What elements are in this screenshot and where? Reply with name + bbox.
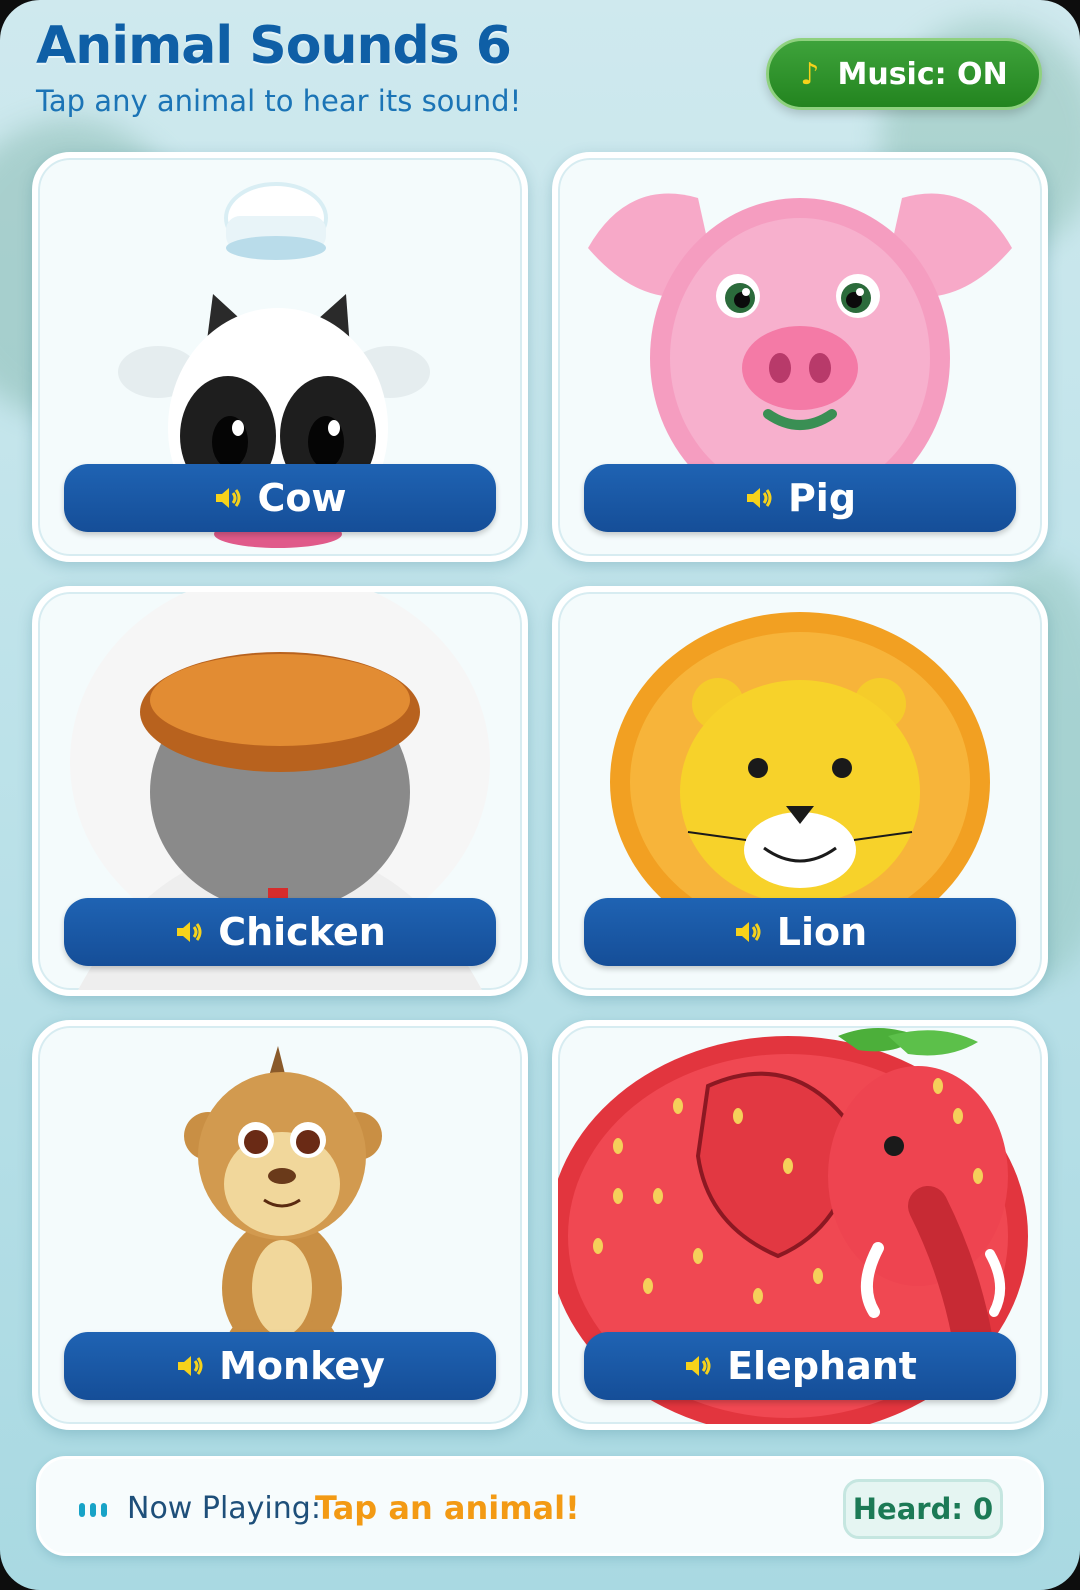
animal-name-label: Pig (787, 476, 857, 520)
now-playing-value: Tap an animal! (315, 1489, 580, 1527)
speaker-icon (177, 922, 202, 942)
heard-counter-badge: Heard: 0 (843, 1479, 1003, 1539)
animal-card-cow[interactable]: Cow (32, 152, 528, 562)
page-title: Animal Sounds 6 (36, 16, 512, 76)
now-playing-label: Now Playing: (127, 1491, 321, 1526)
page-subtitle: Tap any animal to hear its sound! (36, 84, 522, 118)
speaker-icon (178, 1356, 203, 1376)
speaker-icon (686, 1356, 711, 1376)
equalizer-icon (79, 1503, 107, 1517)
pig-play-button[interactable]: Pig (584, 464, 1016, 532)
lion-play-button[interactable]: Lion (584, 898, 1016, 966)
animal-name-label: Lion (776, 910, 868, 954)
music-toggle-button[interactable]: ♪ Music: ON (766, 38, 1042, 110)
animal-name-label: Cow (257, 476, 347, 520)
animal-name-label: Elephant (727, 1344, 917, 1388)
animal-name-label: Monkey (219, 1344, 385, 1388)
music-note-icon: ♪ (800, 56, 820, 92)
music-toggle-label: Music: ON (837, 56, 1008, 92)
elephant-play-button[interactable]: Elephant (584, 1332, 1016, 1400)
animal-card-lion[interactable]: Lion (552, 586, 1048, 996)
app-screen: Animal Sounds 6 Tap any animal to hear i… (0, 0, 1080, 1590)
animal-card-monkey[interactable]: Monkey (32, 1020, 528, 1430)
now-playing-bar: Now Playing: Tap an animal! Heard: 0 (36, 1456, 1044, 1556)
animal-card-elephant[interactable]: Elephant (552, 1020, 1048, 1430)
chicken-play-button[interactable]: Chicken (64, 898, 496, 966)
speaker-icon (735, 922, 761, 942)
monkey-play-button[interactable]: Monkey (64, 1332, 496, 1400)
animal-card-pig[interactable]: Pig (552, 152, 1048, 562)
animal-name-label: Chicken (218, 910, 386, 954)
cow-play-button[interactable]: Cow (64, 464, 496, 532)
speaker-icon (746, 488, 772, 508)
speaker-icon (216, 488, 241, 508)
animal-card-chicken[interactable]: Chicken (32, 586, 528, 996)
